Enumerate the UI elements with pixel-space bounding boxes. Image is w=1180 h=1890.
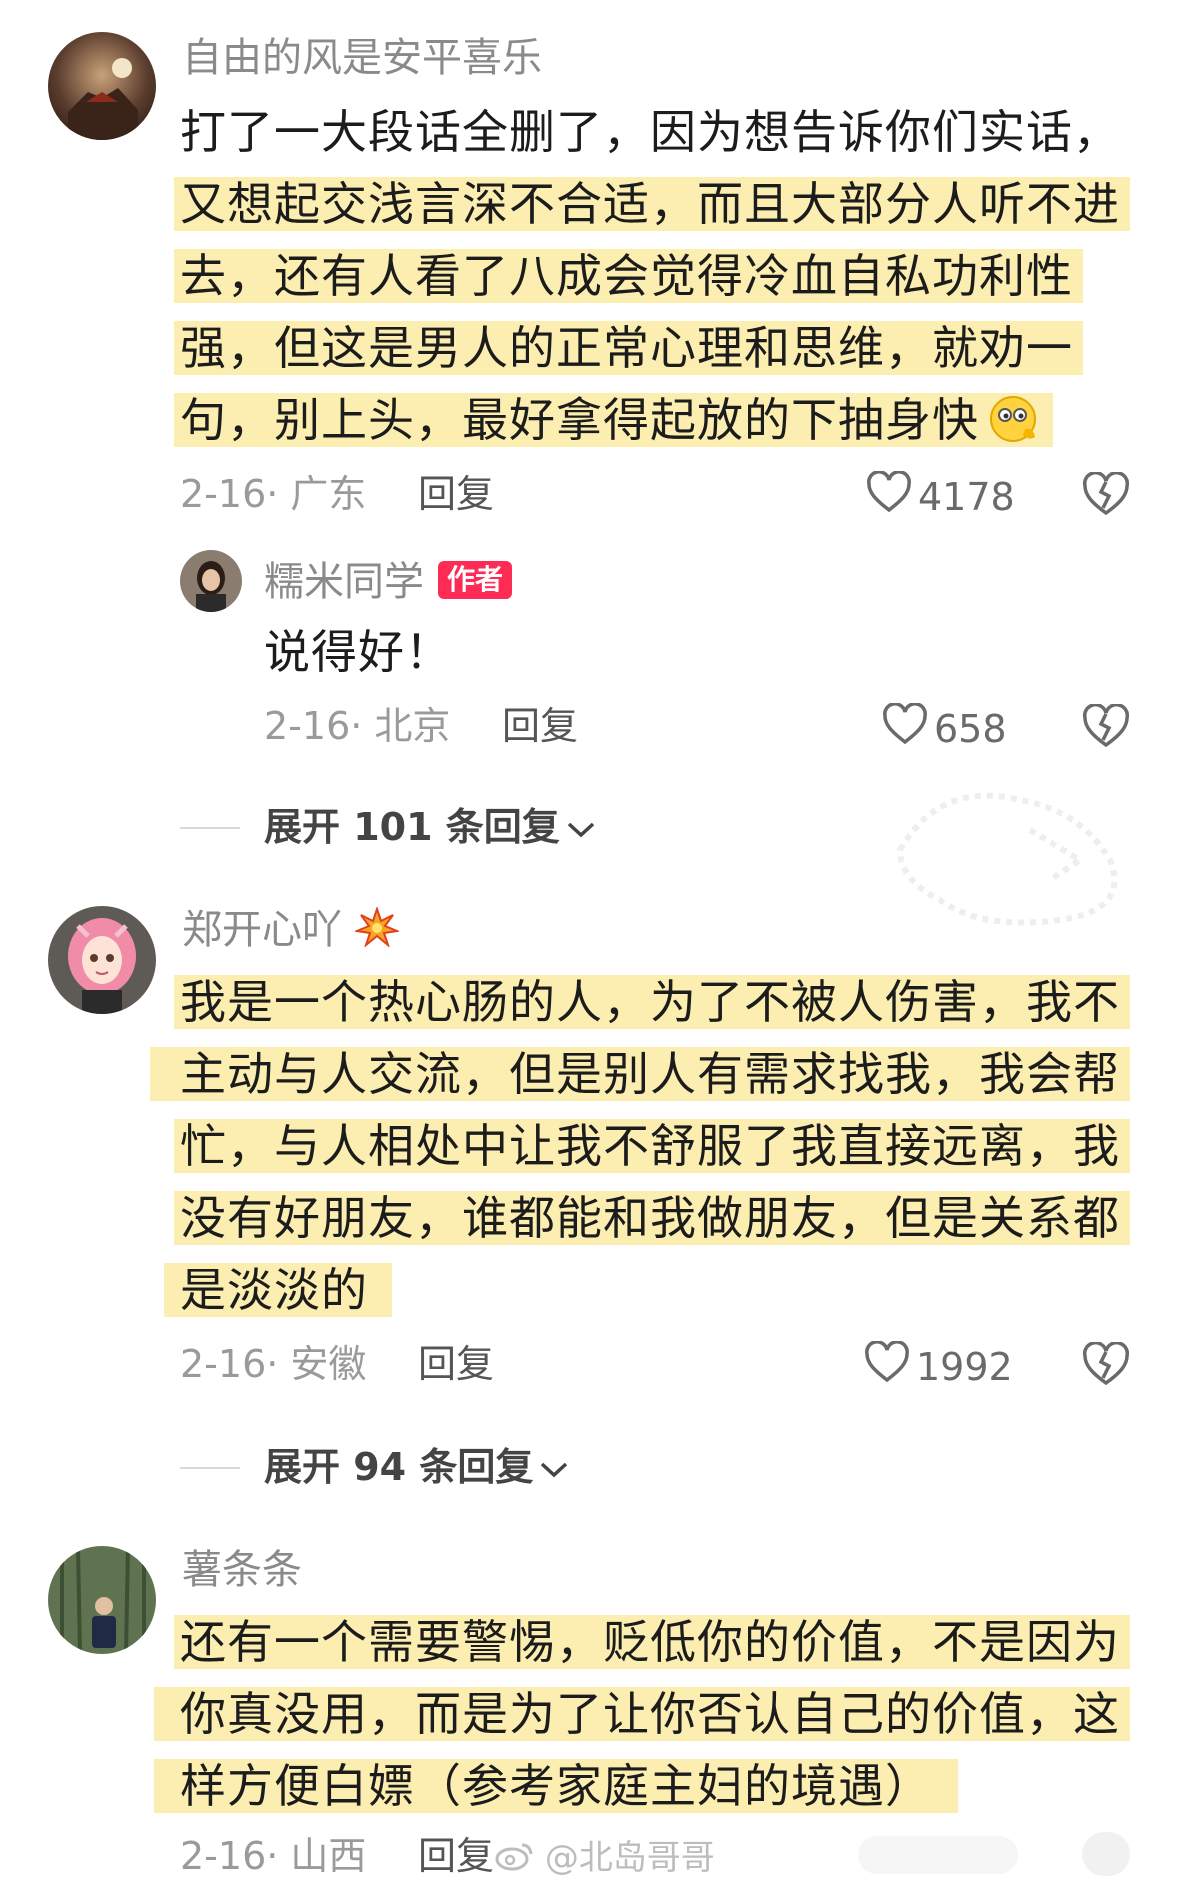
divider (180, 1467, 240, 1469)
comment-text-line: 是淡淡的 (164, 1262, 392, 1318)
highlighted-text: 主动与人交流，但是别人有需求找我，我会帮 (150, 1047, 1130, 1101)
like-button[interactable]: 4178 (866, 470, 1015, 523)
reply-button[interactable]: 回复 (418, 1833, 494, 1879)
username[interactable]: 糯米同学 (264, 558, 424, 606)
avatar[interactable] (48, 1546, 156, 1654)
username[interactable]: 自由的风是安平喜乐 (182, 34, 542, 82)
weibo-logo-icon (494, 1839, 534, 1880)
reply-date-location: 2-16· 北京 (264, 704, 451, 748)
reply-button[interactable]: 回复 (502, 703, 578, 749)
comment-text-line: 你真没用，而是为了让你否认自己的价值，这 (154, 1686, 1130, 1742)
expand-replies-label: 展开 94 条回复 (264, 1445, 534, 1489)
reply-text: 说得好！ (264, 625, 452, 679)
comment-text-line: 样方便白嫖（参考家庭主妇的境遇） (154, 1758, 958, 1814)
reply-button[interactable]: 回复 (418, 1341, 494, 1387)
comment-text-line: 又想起交浅言深不合适，而且大部分人听不进 (174, 176, 1130, 232)
expand-replies-label: 展开 101 条回复 (264, 805, 560, 849)
chevron-down-icon (539, 1444, 569, 1490)
highlighted-text: 我是一个热心肠的人，为了不被人伤害，我不 (174, 975, 1130, 1029)
highlighted-text: 是淡淡的 (164, 1263, 392, 1317)
comment-text-line: 忙，与人相处中让我不舒服了我直接远离，我 (174, 1118, 1130, 1174)
comment-date-location: 2-16· 广东 (180, 472, 367, 516)
heart-outline-icon (864, 1340, 910, 1393)
broken-heart-icon (1082, 471, 1130, 520)
expand-replies-button[interactable]: 展开 94 条回复 (264, 1444, 569, 1490)
comment-text: 句，别上头，最好拿得起放的下抽身快 (180, 393, 979, 447)
comment-text-line: 主动与人交流，但是别人有需求找我，我会帮 (150, 1046, 1130, 1102)
comment-text: 打了一大段话全删了，因为想告诉你们实话， (180, 105, 1120, 159)
highlighted-text: 句，别上头，最好拿得起放的下抽身快 (174, 393, 1053, 447)
watermark-text: @北岛哥哥 (544, 1838, 715, 1878)
comment-text-line: 没有好朋友，谁都能和我做朋友，但是关系都 (174, 1190, 1130, 1246)
highlighted-text: 去，还有人看了八成会觉得冷血自私功利性 (174, 249, 1083, 303)
comment-date-location: 2-16· 山西 (180, 1834, 367, 1878)
highlighted-text: 还有一个需要警惕，贬低你的价值，不是因为 (174, 1615, 1130, 1669)
dislike-button[interactable] (1082, 1341, 1130, 1390)
comment-text-line: 去，还有人看了八成会觉得冷血自私功利性 (174, 248, 1083, 304)
broken-heart-icon (1082, 703, 1130, 752)
like-button[interactable]: 1992 (864, 1340, 1013, 1393)
highlighted-text: 你真没用，而是为了让你否认自己的价值，这 (154, 1687, 1130, 1741)
divider (180, 827, 240, 829)
blurred-actions (858, 1826, 1138, 1882)
thinking-emoji-icon (985, 393, 1043, 455)
dislike-button[interactable] (1082, 703, 1130, 752)
like-count: 4178 (918, 475, 1015, 519)
reply-button[interactable]: 回复 (418, 471, 494, 517)
username[interactable]: 郑开心吖 (182, 905, 401, 958)
comment-date-location: 2-16· 安徽 (180, 1342, 367, 1386)
avatar[interactable] (180, 550, 242, 612)
avatar[interactable] (48, 906, 156, 1014)
heart-outline-icon (882, 702, 928, 755)
like-count: 1992 (916, 1345, 1013, 1389)
comment-text-line: 句，别上头，最好拿得起放的下抽身快 (174, 392, 1053, 455)
comment-text-line: 强，但这是男人的正常心理和思维，就劝一 (174, 320, 1083, 376)
username[interactable]: 薯条条 (182, 1546, 302, 1594)
like-button[interactable]: 658 (882, 702, 1007, 755)
highlighted-text: 又想起交浅言深不合适，而且大部分人听不进 (174, 177, 1130, 231)
avatar[interactable] (48, 32, 156, 140)
explosion-emoji-icon (353, 905, 401, 958)
username-text: 郑开心吖 (182, 907, 342, 953)
comment-text-line: 我是一个热心肠的人，为了不被人伤害，我不 (174, 974, 1130, 1030)
highlighted-text: 强，但这是男人的正常心理和思维，就劝一 (174, 321, 1083, 375)
author-badge: 作者 (438, 561, 513, 599)
expand-replies-button[interactable]: 展开 101 条回复 (264, 804, 596, 850)
broken-heart-icon (1082, 1341, 1130, 1390)
chevron-down-icon (566, 804, 596, 850)
dislike-button[interactable] (1082, 471, 1130, 520)
comment-text-line: 打了一大段话全删了，因为想告诉你们实话， (180, 104, 1120, 160)
watermark: @北岛哥哥 (494, 1838, 715, 1880)
decorative-pixel-art (880, 770, 1150, 950)
highlighted-text: 忙，与人相处中让我不舒服了我直接远离，我 (174, 1119, 1130, 1173)
like-count: 658 (934, 707, 1007, 751)
comment-text-line: 还有一个需要警惕，贬低你的价值，不是因为 (174, 1614, 1130, 1670)
highlighted-text: 没有好朋友，谁都能和我做朋友，但是关系都 (174, 1191, 1130, 1245)
highlighted-text: 样方便白嫖（参考家庭主妇的境遇） (154, 1759, 958, 1813)
heart-outline-icon (866, 470, 912, 523)
